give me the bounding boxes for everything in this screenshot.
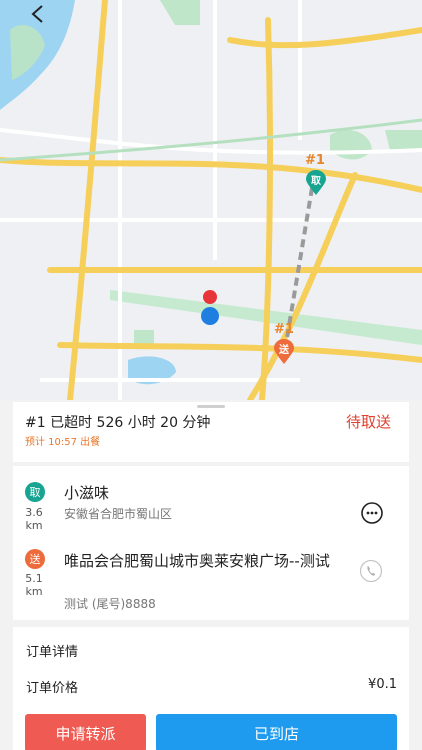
order-status-card: #1 已超时 526 小时 20 分钟 预计 10:57 出餐 待取送	[13, 402, 409, 462]
pickup-distance: 3.6 km	[19, 506, 49, 532]
dropoff-badge: 送	[25, 549, 45, 569]
dropoff-marker-label: #1	[274, 322, 294, 337]
dropoff-distance-unit: km	[25, 585, 43, 598]
pickup-store-address: 安徽省合肥市蜀山区	[64, 507, 173, 521]
pickup-distance-unit: km	[25, 519, 43, 532]
overdue-text: #1 已超时 526 小时 20 分钟	[25, 415, 211, 431]
map-canvas[interactable]	[0, 0, 422, 400]
dropoff-map-pin[interactable]: 送	[273, 339, 295, 365]
pickup-marker-label: #1	[305, 153, 325, 168]
pickup-badge: 取	[25, 482, 45, 502]
order-price-label: 订单价格	[26, 681, 79, 696]
order-detail-title: 订单详情	[26, 645, 79, 660]
pickup-map-pin[interactable]: 取	[305, 170, 327, 196]
store-location-pin	[203, 290, 217, 304]
dropoff-distance-value: 5.1	[25, 572, 43, 585]
route-card: 取 3.6 km 小滋味 安徽省合肥市蜀山区 送 5.1 km 唯品会合肥蜀山城…	[13, 466, 409, 620]
status-badge: 待取送	[345, 413, 391, 431]
pickup-distance-value: 3.6	[25, 506, 43, 519]
dropoff-pin-text: 送	[279, 345, 289, 356]
pickup-store-name: 小滋味	[64, 484, 110, 502]
dropoff-address-name: 唯品会合肥蜀山城市奥莱安粮广场--测试	[64, 552, 330, 570]
dropoff-contact: 测试 (尾号)8888	[64, 597, 156, 611]
eta-text: 预计 10:57 出餐	[25, 437, 101, 448]
pickup-pin-text: 取	[311, 176, 321, 187]
phone-icon	[359, 559, 383, 583]
order-price-value: ¥0.1	[368, 677, 397, 692]
chevron-left-icon	[31, 5, 43, 23]
arrived-at-store-button[interactable]: 已到店	[156, 714, 397, 750]
back-button[interactable]	[22, 0, 54, 28]
sheet-drag-handle[interactable]	[197, 405, 225, 408]
chat-icon	[361, 502, 383, 524]
courier-location-marker	[201, 307, 219, 325]
request-transfer-button[interactable]: 申请转派	[25, 714, 146, 750]
chat-button[interactable]	[359, 500, 385, 526]
call-button[interactable]	[358, 558, 384, 584]
map-view[interactable]: #1 取 #1 送	[0, 0, 422, 400]
dropoff-distance: 5.1 km	[19, 572, 49, 598]
